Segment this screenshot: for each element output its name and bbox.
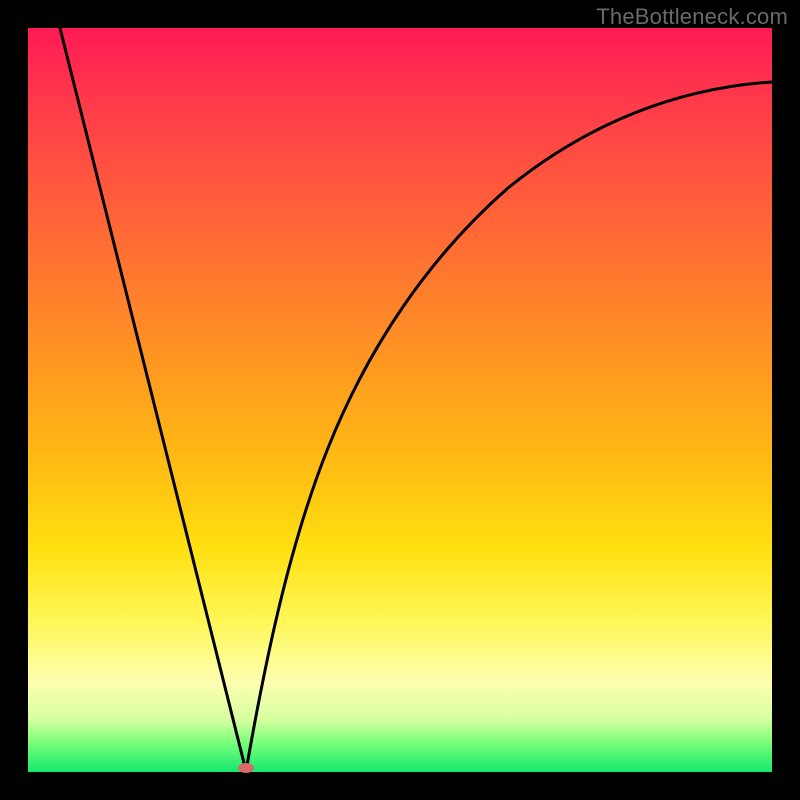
bottleneck-curve [28, 28, 772, 772]
min-marker [238, 763, 254, 773]
curve-right-branch [246, 82, 772, 771]
plot-area [28, 28, 772, 772]
curve-left-branch [60, 28, 246, 771]
chart-frame: TheBottleneck.com [0, 0, 800, 800]
watermark-text: TheBottleneck.com [596, 4, 788, 30]
